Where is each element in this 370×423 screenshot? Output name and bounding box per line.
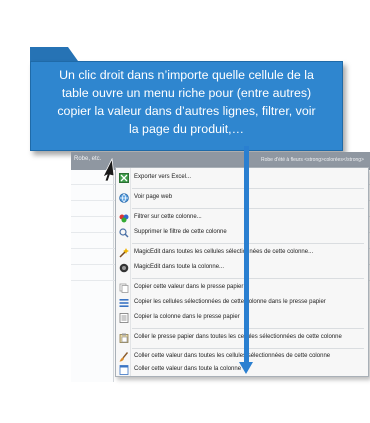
menu-item-label: Copier les cellules sélectionnées de cet… xyxy=(134,299,326,305)
menu-item-label: Exporter vers Excel... xyxy=(134,174,192,180)
menu-item-paste-selected[interactable]: Coller le presse papier dans toutes les … xyxy=(116,331,368,346)
menu-item-label: Filtrer sur cette colonne... xyxy=(134,214,202,220)
menu-item-export-excel[interactable]: Exporter vers Excel... xyxy=(116,171,368,186)
menu-item-label: Supprimer le filtre de cette colonne xyxy=(134,229,227,235)
paste-column-icon xyxy=(119,365,129,375)
menu-item-copy-value[interactable]: Copier cette valeur dans le presse papie… xyxy=(116,281,368,296)
copy-icon xyxy=(119,283,129,293)
menu-item-label: Copier cette valeur dans le presse papie… xyxy=(134,284,244,290)
remove-filter-icon xyxy=(119,228,129,238)
excel-icon xyxy=(119,173,129,183)
callout-tab xyxy=(30,47,78,61)
mouse-cursor-icon xyxy=(102,158,115,182)
row-header-column xyxy=(71,170,114,382)
header-right-text: Robe d'été à fleurs <strong>colorées</st… xyxy=(261,157,364,163)
menu-item-label: MagicEdit dans toutes les cellules sélec… xyxy=(134,249,314,255)
brush-icon xyxy=(119,352,129,362)
menu-item-magicedit-column[interactable]: MagicEdit dans toute la colonne... xyxy=(116,261,368,276)
magic-wand-icon xyxy=(119,248,129,258)
menu-item-label: Coller le presse papier dans toutes les … xyxy=(134,334,342,340)
copy-list-icon xyxy=(119,299,129,307)
context-menu[interactable]: Exporter vers Excel... Voir page web Fil… xyxy=(115,167,369,377)
globe-icon xyxy=(119,193,129,203)
menu-item-magicedit-selected[interactable]: MagicEdit dans toutes les cellules sélec… xyxy=(116,246,368,261)
menu-item-label: Copier la colonne dans le presse papier xyxy=(134,314,240,320)
arrow-shaft xyxy=(244,146,249,364)
menu-item-view-webpage[interactable]: Voir page web xyxy=(116,191,368,206)
filter-icon xyxy=(119,214,129,223)
menu-item-copy-column[interactable]: Copier la colonne dans le presse papier xyxy=(116,311,368,326)
menu-item-copy-selected[interactable]: Copier les cellules sélectionnées de cet… xyxy=(116,296,368,311)
arrow-down-icon xyxy=(239,362,253,374)
menu-item-filter-column[interactable]: Filtrer sur cette colonne... xyxy=(116,211,368,226)
menu-item-label: Coller cette valeur dans toute la colonn… xyxy=(134,366,242,372)
callout-text: Un clic droit dans n’importe quelle cell… xyxy=(57,68,316,136)
copy-column-icon xyxy=(119,313,129,323)
menu-item-remove-filter[interactable]: Supprimer le filtre de cette colonne xyxy=(116,226,368,241)
paste-icon xyxy=(119,333,129,343)
menu-item-label: MagicEdit dans toute la colonne... xyxy=(134,264,225,270)
menu-item-label: Voir page web xyxy=(134,194,173,200)
callout-box: Un clic droit dans n’importe quelle cell… xyxy=(30,61,343,151)
magic-circle-icon xyxy=(119,263,129,273)
menu-item-label: Coller cette valeur dans toutes les cell… xyxy=(134,353,331,359)
